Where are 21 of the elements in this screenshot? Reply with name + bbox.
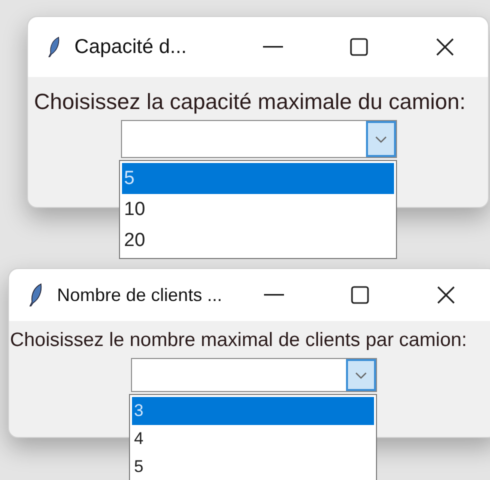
capacity-combobox[interactable] xyxy=(121,120,397,158)
chevron-down-icon xyxy=(375,136,387,142)
feather-icon xyxy=(48,35,60,59)
prompt-label: Choisissez le nombre maximal de clients par camion: xyxy=(10,329,467,351)
dropdown-option[interactable]: 4 xyxy=(132,425,374,453)
chevron-down-icon xyxy=(355,372,367,378)
dropdown-option[interactable]: 5 xyxy=(132,453,374,480)
capacity-combobox[interactable] xyxy=(131,358,377,392)
dropdown-button[interactable] xyxy=(366,121,396,157)
window-title: Capacité d... xyxy=(74,36,188,58)
close-icon xyxy=(435,37,455,57)
minimize-icon xyxy=(263,46,283,48)
dropdown-option[interactable]: 20 xyxy=(122,225,394,256)
close-icon xyxy=(436,285,456,305)
minimize-icon xyxy=(264,294,284,296)
maximize-icon xyxy=(351,286,369,304)
maximize-icon xyxy=(350,38,368,56)
dropdown-button[interactable] xyxy=(346,359,376,391)
dropdown-option[interactable]: 10 xyxy=(122,194,394,225)
prompt-label: Choisissez la capacité maximale du camion: xyxy=(34,89,466,114)
feather-icon xyxy=(29,283,43,307)
